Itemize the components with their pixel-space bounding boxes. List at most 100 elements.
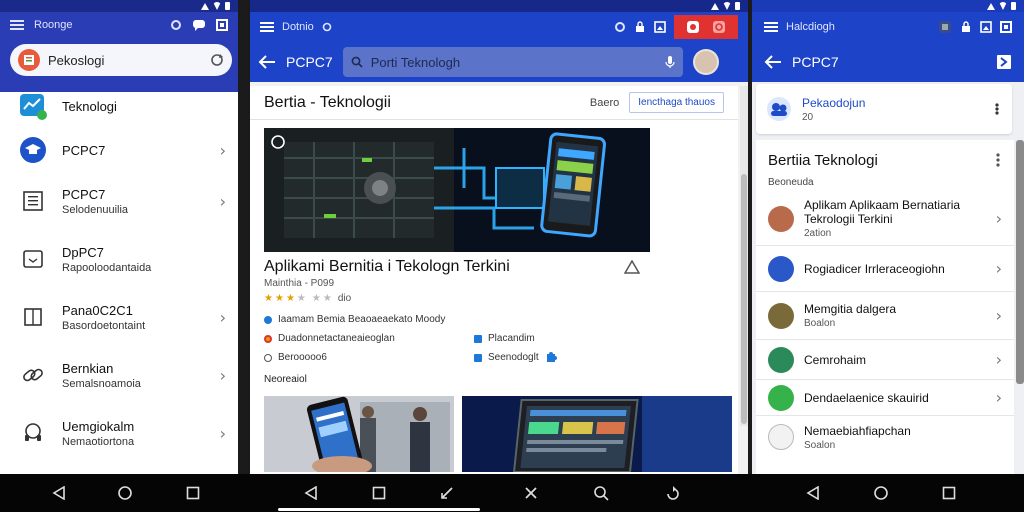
related-thumbnail-2[interactable] — [462, 396, 732, 472]
refresh-icon[interactable] — [210, 53, 224, 67]
scrollbar[interactable] — [740, 86, 748, 426]
rotate-nav-icon[interactable] — [664, 484, 682, 502]
lock-icon[interactable] — [960, 21, 972, 33]
gear-icon[interactable] — [614, 21, 626, 33]
menu-item-bernkian[interactable]: Bernkian Semalsnoamoia › — [0, 346, 238, 404]
list-item-title: Nemaebiahfiapchan — [804, 423, 911, 438]
hamburger-menu-icon[interactable] — [10, 19, 24, 31]
list-item-subtitle: Soalon — [804, 439, 836, 451]
info-row: Duadonnetactaneaieoglan — [278, 333, 395, 344]
puzzle-icon — [545, 351, 557, 364]
back-arrow-icon[interactable] — [258, 55, 276, 69]
right-panel: Halcdiogh PCPC7 Pekaodojun 20 Bertiia Te… — [752, 0, 1024, 474]
kebab-menu-icon[interactable] — [994, 152, 1002, 169]
recents-nav-icon[interactable] — [940, 484, 958, 502]
news-list-title: Bertiia Teknologi — [768, 152, 878, 169]
chevron-right-icon: › — [995, 350, 1002, 369]
back-nav-icon[interactable] — [50, 484, 68, 502]
microphone-icon[interactable] — [665, 55, 675, 69]
menu-item-pana[interactable]: Pana0C2C1 Basordoetontaint › — [0, 288, 238, 346]
home-nav-icon[interactable] — [116, 484, 134, 502]
star-empty-icon: ★ — [322, 293, 332, 304]
scrollbar[interactable] — [1016, 140, 1024, 384]
profile-card[interactable]: Pekaodojun 20 — [756, 84, 1012, 134]
news-list-card: Bertiia Teknologi Beoneuda Aplikam Aplik… — [756, 140, 1014, 474]
star-icon: ★ — [264, 293, 273, 304]
menu-item-title: DpPC7 — [62, 244, 104, 260]
back-nav-icon[interactable] — [302, 484, 320, 502]
edit-nav-icon[interactable] — [438, 484, 456, 502]
list-item-subtitle: Boalon — [804, 318, 836, 329]
back-nav-icon[interactable] — [804, 484, 822, 502]
lock-icon[interactable] — [634, 21, 646, 33]
search-input[interactable]: Porti Teknologh — [342, 47, 683, 77]
list-item-title: Dendaelaenice skauirid — [804, 390, 929, 405]
hero-image[interactable] — [264, 128, 650, 252]
close-nav-icon[interactable] — [522, 484, 540, 502]
info-dot-icon — [264, 315, 272, 324]
avatar — [768, 346, 794, 373]
search-icon — [351, 56, 363, 68]
menu-item-uemgiokalm[interactable]: Uemgiokalm Nemaotiortona › — [0, 404, 238, 462]
image-icon[interactable] — [654, 21, 666, 33]
system-nav-bar — [0, 474, 1024, 512]
chevron-right-icon: › — [995, 209, 1002, 228]
back-arrow-icon[interactable] — [764, 55, 782, 69]
appbar-title: PCPC7 — [792, 54, 839, 70]
profile-title: Pekaodojun — [802, 95, 866, 110]
search-bar[interactable]: Pekoslogi — [10, 44, 232, 76]
search-nav-icon[interactable] — [592, 484, 610, 502]
scrollbar-thumb[interactable] — [741, 174, 747, 424]
article-title[interactable]: Aplikami Bernitia i Tekologn Terkini — [264, 258, 624, 276]
grid-icon[interactable] — [216, 19, 228, 31]
window-icon[interactable] — [938, 20, 952, 34]
related-thumbnail-1[interactable] — [264, 396, 454, 472]
list-item-title: Aplikam Aplikaam Bernatiaria Tekrologii … — [804, 198, 961, 226]
star-icon: ★ — [274, 293, 284, 304]
list-item[interactable]: Nemaebiahfiapchan Soalon — [756, 416, 1014, 458]
list-item[interactable]: Aplikam Aplikaam Bernatiaria Tekrologii … — [756, 192, 1014, 246]
menu-item-teknologi[interactable]: Teknologi — [0, 84, 238, 128]
menu-icon[interactable] — [260, 21, 274, 33]
avatar — [768, 424, 794, 450]
menu-item-pcpc7-list[interactable]: PCPC7 Selodenuuilia › — [0, 172, 238, 230]
record-icon[interactable] — [686, 20, 700, 34]
related-label: Neoreaiol — [264, 374, 307, 385]
grid-icon[interactable] — [1000, 21, 1012, 33]
menu-item-dppc7[interactable]: DpPC7 Rapooloodantaida — [0, 230, 238, 288]
recents-nav-icon[interactable] — [184, 484, 202, 502]
gesture-handle[interactable] — [278, 508, 480, 511]
menu-item-pcpc7[interactable]: PCPC7 › — [0, 128, 238, 172]
exit-icon[interactable] — [996, 54, 1012, 70]
info-row: Placandim — [488, 333, 535, 344]
info-row: Seenodoglt — [488, 352, 539, 363]
chat-icon[interactable] — [192, 19, 206, 31]
menu-item-title: Bernkian — [62, 360, 114, 376]
graduation-cap-icon — [18, 135, 48, 165]
left-topbar-title: Roonge — [34, 19, 73, 31]
settings-icon[interactable] — [322, 22, 332, 32]
user-avatar[interactable] — [692, 49, 719, 75]
menu-icon[interactable] — [764, 21, 778, 33]
list-item[interactable]: Memgitia dalgera Boalon › — [756, 292, 1014, 340]
list-item[interactable]: Cemrohaim › — [756, 340, 1014, 380]
menu-item-title: PCPC7 — [62, 186, 106, 202]
list-item[interactable]: Rogiadicer Irrleraceogiohn › — [756, 246, 1014, 292]
status-bar — [752, 0, 1024, 12]
star-empty-icon: ★ — [296, 293, 306, 304]
section-action-button[interactable]: Iencthaga thauos — [629, 92, 724, 113]
article-meta: Mainthia - P099 — [264, 278, 335, 289]
chevron-right-icon: › — [219, 423, 226, 443]
home-nav-icon[interactable] — [872, 484, 890, 502]
warning-icon[interactable] — [624, 260, 640, 274]
list-item-title: Cemrohaim — [804, 352, 867, 367]
settings-icon[interactable] — [170, 19, 182, 31]
image-icon[interactable] — [980, 21, 992, 33]
profile-count: 20 — [802, 111, 814, 123]
list-item[interactable]: Dendaelaenice skauirid › — [756, 380, 1014, 416]
news-card: Bertia - Teknologii Baero Iencthaga thau… — [250, 86, 738, 474]
avatar — [768, 205, 794, 232]
more-options-icon[interactable] — [992, 102, 1002, 116]
refresh-icon[interactable] — [712, 20, 726, 34]
recents-nav-icon[interactable] — [370, 484, 388, 502]
